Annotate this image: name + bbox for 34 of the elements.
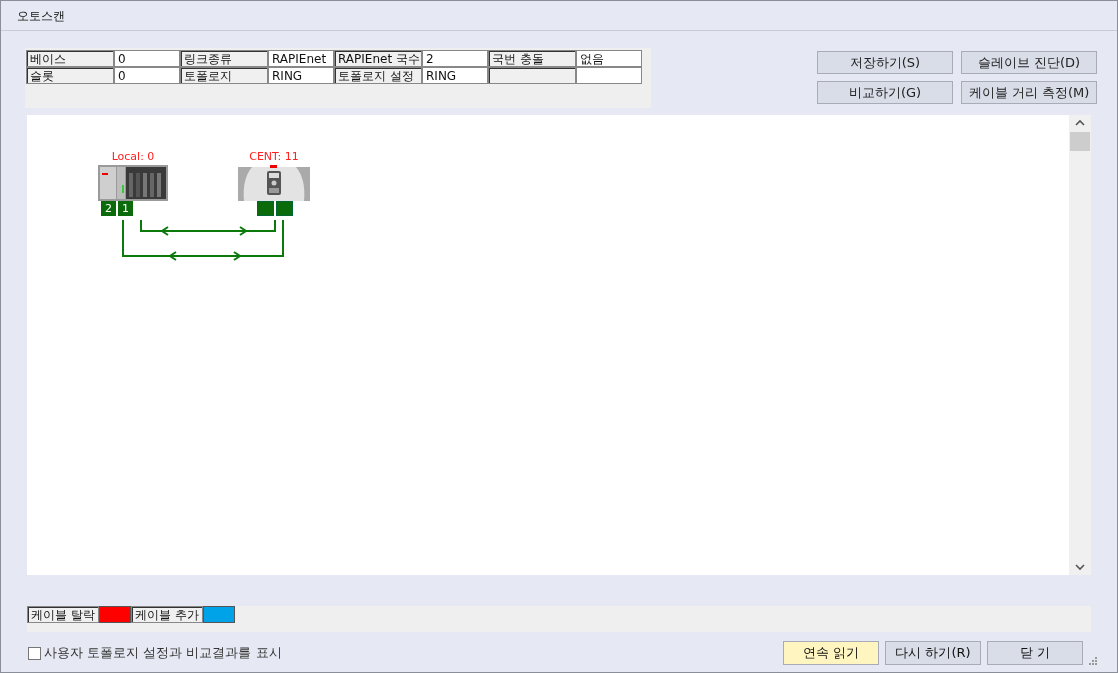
field-label: 링크종류 [180, 50, 268, 67]
field-label: 슬롯 [26, 67, 114, 84]
field-value [576, 67, 642, 84]
node-label: CENT: 11 [249, 151, 299, 162]
legend-label: 케이블 탈락 [27, 606, 99, 623]
scroll-up-icon[interactable] [1075, 119, 1085, 127]
action-button[interactable]: 케이블 거리 측정(M) [961, 81, 1097, 104]
node-label: Local: 0 [111, 151, 155, 162]
scroll-thumb[interactable] [1070, 132, 1090, 151]
resize-grip-icon[interactable] [1089, 657, 1097, 665]
field-label: 토폴로지 설정 [334, 67, 422, 84]
legend-label: 케이블 추가 [130, 606, 203, 623]
field-value: 없음 [576, 50, 642, 67]
drive-drawing [238, 165, 310, 201]
plc-drawing [98, 165, 168, 201]
field-value: 0 [114, 67, 180, 84]
field-label: 국번 충돌 [488, 50, 576, 67]
compare-checkbox[interactable]: 사용자 토폴로지 설정과 비교결과를 표시 [28, 643, 282, 663]
field-value: RAPIEnet [268, 50, 334, 67]
field-value: 0 [114, 50, 180, 67]
dialog-button[interactable]: 닫 기 [987, 641, 1083, 665]
dialog-button[interactable]: 다시 하기(R) [885, 641, 981, 665]
action-button[interactable]: 슬레이브 진단(D) [961, 51, 1097, 74]
scroll-down-icon[interactable] [1075, 563, 1085, 571]
window-title: 오토스캔 [17, 7, 65, 25]
field-label: RAPIEnet 국수 [334, 50, 422, 67]
action-button[interactable]: 비교하기(G) [817, 81, 953, 104]
field-value: RING [268, 67, 334, 84]
field-label: 토폴로지 [180, 67, 268, 84]
dialog-button[interactable]: 연속 읽기 [783, 641, 879, 665]
field-value: 2 [422, 50, 488, 67]
field-label: 베이스 [26, 50, 114, 67]
field-value: RING [422, 67, 488, 84]
action-button[interactable]: 저장하기(S) [817, 51, 953, 74]
